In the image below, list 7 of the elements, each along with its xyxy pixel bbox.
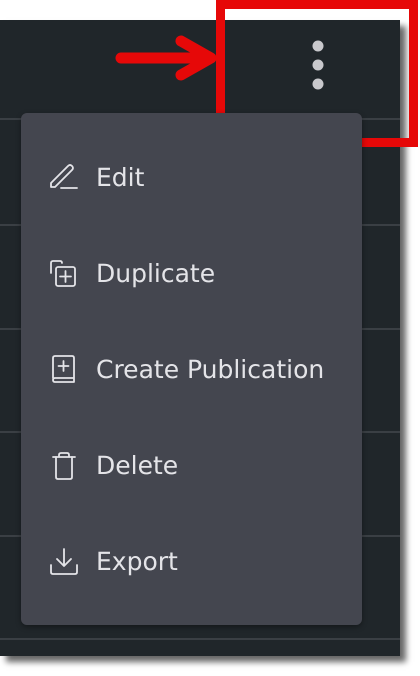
kebab-menu-icon [312, 40, 324, 90]
arrow-icon [115, 35, 216, 81]
menu-item[interactable]: Delete [21, 418, 362, 514]
menu-item[interactable]: Export [21, 514, 362, 610]
menu-item[interactable]: Duplicate [21, 226, 362, 322]
menu-item[interactable]: Create Publication [21, 322, 362, 418]
menu-item[interactable]: Edit [21, 130, 362, 226]
